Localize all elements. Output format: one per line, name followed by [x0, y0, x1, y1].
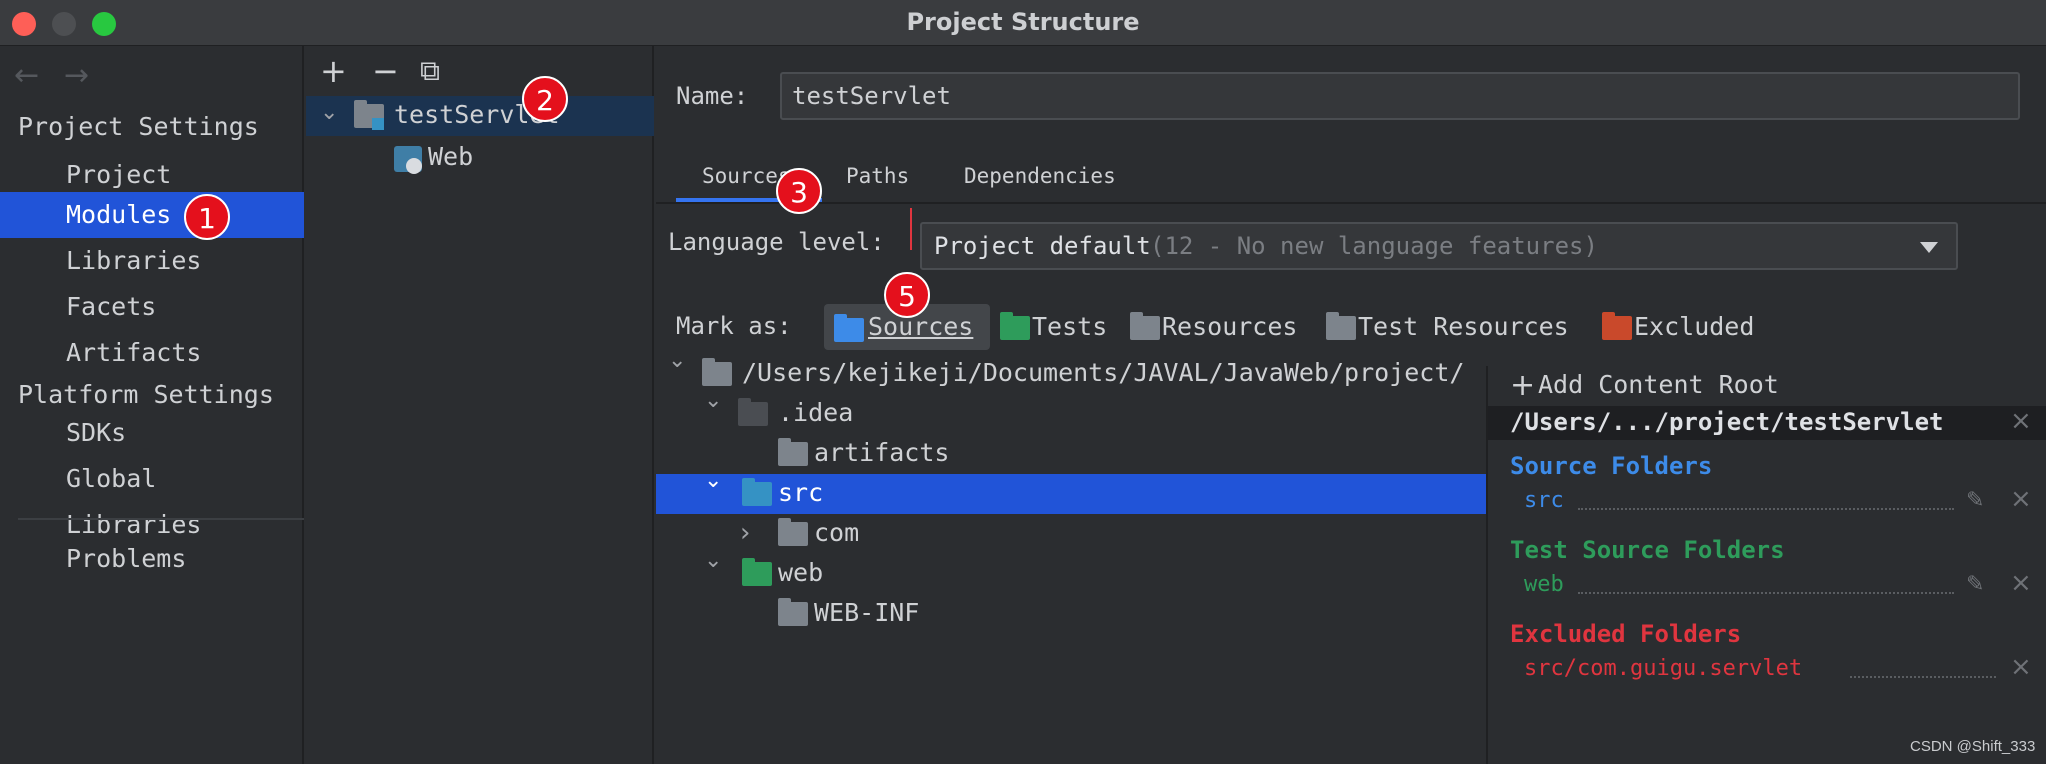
mark-as-label: Mark as:	[676, 312, 792, 340]
add-icon: +	[1510, 368, 1536, 403]
remove-root-icon[interactable]: ×	[2010, 406, 2032, 436]
mark-sources-label: Sources	[868, 312, 974, 341]
language-level-hint: (12 - No new language features)	[1150, 232, 1598, 260]
content-root-header: /Users/.../project/testServlet ×	[1488, 406, 2046, 440]
dropdown-arrow-icon	[1920, 242, 1938, 253]
chevron-down-icon[interactable]: ⌄	[320, 100, 338, 125]
mark-tests-button[interactable]: Tests	[1032, 312, 1107, 341]
title-bar: Project Structure	[0, 0, 2046, 46]
tree-web[interactable]: web	[778, 558, 823, 587]
tree-idea[interactable]: .idea	[778, 398, 853, 427]
annotation-badge-1: 1	[184, 194, 230, 240]
project-settings-heading: Project Settings	[18, 112, 259, 141]
mark-test-resources-button[interactable]: Test Resources	[1358, 312, 1569, 341]
remove-module-button[interactable]: −	[372, 52, 399, 90]
nav-item-libraries[interactable]: Libraries	[0, 238, 304, 284]
source-folders-heading: Source Folders	[1510, 452, 1713, 480]
test-resources-folder-icon	[1326, 312, 1356, 340]
edit-source-icon[interactable]: ✎	[1966, 488, 1984, 513]
remove-test-icon[interactable]: ×	[2010, 568, 2032, 598]
tree-webinf[interactable]: WEB-INF	[814, 598, 919, 627]
chevron-down-icon[interactable]: ⌄	[668, 348, 686, 373]
nav-item-facets[interactable]: Facets	[0, 284, 304, 330]
src-folder-icon	[742, 478, 772, 506]
content-root-path: /Users/.../project/testServlet	[1510, 408, 1944, 436]
nav-item-sdks[interactable]: SDKs	[0, 410, 304, 456]
resources-folder-icon	[1130, 312, 1160, 340]
nav-item-modules[interactable]: Modules	[0, 192, 304, 238]
excluded-leader-dots	[1850, 676, 1996, 678]
artifacts-folder-icon	[778, 438, 808, 466]
package-folder-icon	[778, 518, 808, 546]
test-folders-heading: Test Source Folders	[1510, 536, 1785, 564]
annotation-badge-3: 3	[776, 168, 822, 214]
forward-arrow-icon[interactable]: →	[64, 58, 89, 93]
chevron-down-icon[interactable]: ⌄	[704, 468, 722, 493]
remove-excluded-icon[interactable]: ×	[2010, 652, 2032, 682]
mark-resources-button[interactable]: Resources	[1162, 312, 1297, 341]
language-level-label: Language level:	[668, 228, 885, 256]
web-facet-icon	[394, 146, 422, 174]
remove-source-icon[interactable]: ×	[2010, 484, 2032, 514]
content-roots-panel: + Add Content Root /Users/.../project/te…	[1486, 366, 2046, 764]
test-folder-value: web	[1524, 572, 1564, 597]
copy-module-button[interactable]: ⧉	[420, 54, 440, 88]
name-label: Name:	[676, 82, 749, 110]
idea-folder-icon	[738, 398, 768, 426]
language-level-value: Project default	[934, 232, 1151, 260]
web-facet-label[interactable]: Web	[428, 142, 473, 171]
nav-item-global-libraries[interactable]: Global Libraries	[0, 456, 304, 539]
tests-folder-icon	[1000, 312, 1030, 340]
module-folder-icon	[354, 100, 384, 132]
tab-dependencies[interactable]: Dependencies	[964, 164, 1116, 188]
annotation-badge-2: 2	[522, 76, 568, 122]
excluded-folders-heading: Excluded Folders	[1510, 620, 1742, 648]
name-field[interactable]: testServlet	[780, 72, 2020, 120]
source-folder-value: src	[1524, 488, 1564, 513]
sources-folder-icon	[834, 314, 864, 342]
name-field-value: testServlet	[792, 82, 951, 110]
source-leader-dots	[1578, 508, 1954, 510]
test-leader-dots	[1578, 592, 1954, 594]
tree-com[interactable]: com	[814, 518, 859, 547]
watermark: CSDN @Shift_333	[1910, 738, 2036, 755]
chevron-down-icon[interactable]: ⌄	[704, 388, 722, 413]
back-arrow-icon[interactable]: ←	[14, 58, 39, 93]
excluded-folder-icon	[1602, 312, 1632, 340]
language-level-select[interactable]: Project default (12 - No new language fe…	[920, 222, 1958, 270]
web-folder-icon	[742, 558, 772, 586]
window-title: Project Structure	[906, 8, 1140, 36]
modules-panel: + − ⧉ ⌄ testServlet Web 2	[306, 46, 654, 764]
tree-src[interactable]: src	[778, 478, 823, 507]
cursor-marker	[910, 208, 912, 250]
tree-root-path[interactable]: /Users/kejikeji/Documents/JAVAL/JavaWeb/…	[742, 358, 1464, 387]
tree-artifacts[interactable]: artifacts	[814, 438, 949, 467]
chevron-down-icon[interactable]: ⌄	[704, 548, 722, 573]
platform-settings-heading: Platform Settings	[18, 380, 274, 409]
tab-paths[interactable]: Paths	[846, 164, 909, 188]
tab-divider	[656, 202, 2046, 204]
add-module-button[interactable]: +	[320, 52, 347, 90]
chevron-right-icon[interactable]: ›	[740, 518, 750, 548]
nav-item-problems[interactable]: Problems	[0, 536, 304, 582]
annotation-badge-5: 5	[884, 272, 930, 318]
root-folder-icon	[702, 358, 732, 386]
settings-nav: ← → Project Settings Project Modules Lib…	[0, 46, 304, 764]
edit-test-icon[interactable]: ✎	[1966, 572, 1984, 597]
nav-item-artifacts[interactable]: Artifacts	[0, 330, 304, 376]
add-content-root-button[interactable]: Add Content Root	[1538, 370, 1779, 399]
webinf-folder-icon	[778, 598, 808, 626]
nav-separator	[18, 518, 304, 520]
excluded-folder-value: src/com.guigu.servlet	[1524, 656, 1803, 681]
mark-excluded-button[interactable]: Excluded	[1634, 312, 1754, 341]
